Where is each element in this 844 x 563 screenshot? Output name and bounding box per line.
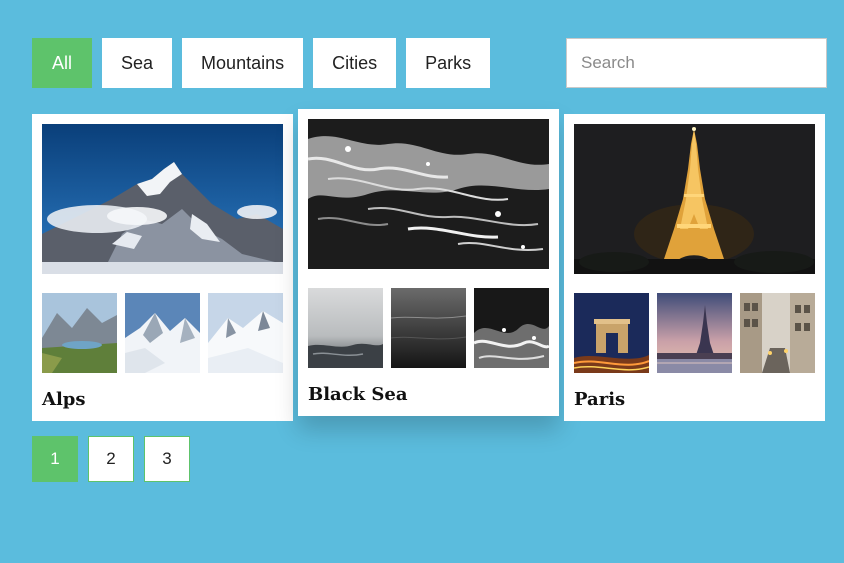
alps-thumbnail-strip: [42, 293, 283, 373]
page-2-button[interactable]: 2: [88, 436, 134, 482]
black-sea-thumbnail-dark-water[interactable]: [391, 288, 466, 368]
card-title-paris: Paris: [574, 389, 626, 410]
alps-main-image: [42, 124, 283, 274]
alps-thumbnail-lake[interactable]: [42, 293, 117, 373]
black-sea-thumbnail-waves[interactable]: [474, 288, 549, 368]
paris-thumbnail-street[interactable]: [740, 293, 815, 373]
filter-sea-button[interactable]: Sea: [102, 38, 173, 88]
card-title-black-sea: Black Sea: [308, 384, 408, 405]
paris-thumbnail-strip: [574, 293, 815, 373]
gallery-card-alps[interactable]: Alps: [32, 114, 293, 421]
black-sea-main-image: [308, 119, 549, 269]
search-input[interactable]: [566, 38, 827, 88]
gallery-card-black-sea[interactable]: Black Sea: [298, 109, 559, 416]
filter-all-button[interactable]: All: [32, 38, 93, 88]
page-3-button[interactable]: 3: [144, 436, 190, 482]
alps-thumbnail-slope[interactable]: [208, 293, 283, 373]
filter-cities-button[interactable]: Cities: [313, 38, 397, 88]
card-title-alps: Alps: [42, 389, 86, 410]
black-sea-thumbnail-strip: [308, 288, 549, 368]
filter-parks-button[interactable]: Parks: [406, 38, 491, 88]
page-1-button[interactable]: 1: [32, 436, 78, 482]
pagination: 1 2 3: [32, 436, 190, 482]
category-filter-bar: All Sea Mountains Cities Parks: [32, 38, 491, 88]
paris-thumbnail-arc[interactable]: [574, 293, 649, 373]
gallery-card-paris[interactable]: Paris: [564, 114, 825, 421]
paris-thumbnail-tower-river[interactable]: [657, 293, 732, 373]
paris-main-image: [574, 124, 815, 274]
black-sea-thumbnail-fog[interactable]: [308, 288, 383, 368]
alps-thumbnail-peaks[interactable]: [125, 293, 200, 373]
filter-mountains-button[interactable]: Mountains: [182, 38, 304, 88]
